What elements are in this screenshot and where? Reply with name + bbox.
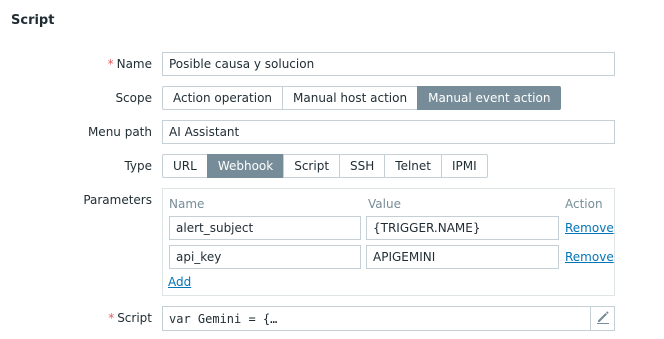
type-option-url[interactable]: URL <box>162 154 208 178</box>
add-param-link[interactable]: Add <box>168 275 191 289</box>
menu-path-label: Menu path <box>87 125 152 139</box>
column-header-value: Value <box>368 197 401 211</box>
param-value-input[interactable]: {TRIGGER.NAME} <box>366 216 559 240</box>
script-field[interactable]: var Gemini = {… <box>162 306 615 331</box>
script-label: * Script <box>108 311 152 325</box>
type-option-ipmi[interactable]: IPMI <box>441 154 488 178</box>
type-option-telnet[interactable]: Telnet <box>384 154 442 178</box>
script-preview: var Gemini = {… <box>169 312 278 326</box>
form-title: Script <box>11 13 55 28</box>
menu-path-input[interactable]: AI Assistant <box>162 120 615 144</box>
parameters-table: Name Value Action alert_subject {TRIGGER… <box>162 188 615 296</box>
parameters-label: Parameters <box>83 193 152 207</box>
param-name-input[interactable]: api_key <box>169 245 361 269</box>
param-name-input[interactable]: alert_subject <box>169 216 361 240</box>
pencil-icon <box>595 309 611 328</box>
type-segmented-control: URL Webhook Script SSH Telnet IPMI <box>162 154 488 178</box>
scope-option-manual-host-action[interactable]: Manual host action <box>282 86 419 110</box>
type-option-ssh[interactable]: SSH <box>339 154 386 178</box>
scope-option-manual-event-action[interactable]: Manual event action <box>417 86 562 110</box>
remove-param-link[interactable]: Remove <box>565 250 614 264</box>
type-option-script[interactable]: Script <box>283 154 341 178</box>
remove-param-link[interactable]: Remove <box>565 221 614 235</box>
edit-script-button[interactable] <box>590 307 614 330</box>
required-marker: * <box>108 311 115 325</box>
scope-label: Scope <box>115 91 152 105</box>
column-header-name: Name <box>169 197 205 211</box>
name-label: * Name <box>107 57 152 71</box>
scope-option-action-operation[interactable]: Action operation <box>162 86 284 110</box>
scope-segmented-control: Action operation Manual host action Manu… <box>162 86 562 110</box>
type-label: Type <box>124 159 152 173</box>
column-header-action: Action <box>565 197 603 211</box>
required-marker: * <box>107 57 114 71</box>
param-value-input[interactable]: APIGEMINI <box>366 245 559 269</box>
type-option-webhook[interactable]: Webhook <box>206 154 285 178</box>
name-input[interactable]: Posible causa y solucion <box>162 52 615 76</box>
